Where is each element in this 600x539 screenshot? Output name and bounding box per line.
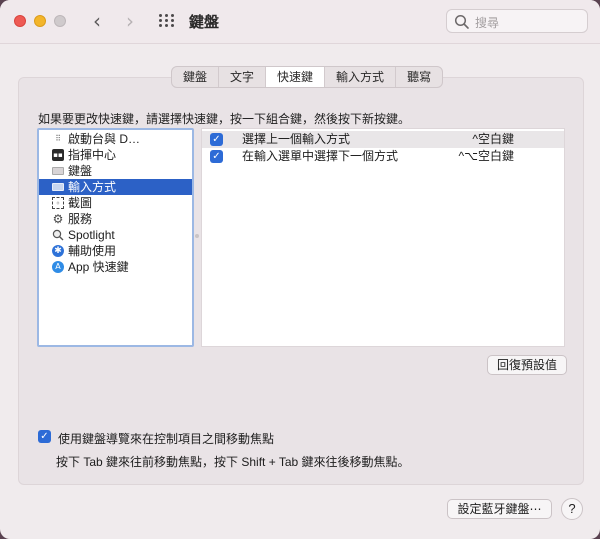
app-store-icon: A xyxy=(52,261,64,273)
show-all-grid-icon[interactable] xyxy=(159,14,175,28)
category-item-screenshots[interactable]: ◦ 截圖 xyxy=(39,195,192,211)
zoom-window-button[interactable] xyxy=(54,15,66,27)
accessibility-icon: ✱ xyxy=(52,245,64,257)
shortcut-label: 選擇上一個輸入方式 xyxy=(242,132,351,146)
input-sources-icon xyxy=(52,183,64,191)
category-label: 鍵盤 xyxy=(68,164,93,178)
category-label: App 快速鍵 xyxy=(68,260,129,274)
shortcut-category-list[interactable]: ⠿ 啟動台與 D… ▪▪ 指揮中心 鍵盤 輸入方式 ◦ 截圖 ⚙ 服務 Spot… xyxy=(37,128,194,347)
category-label: 輸入方式 xyxy=(68,180,117,194)
search-icon xyxy=(454,14,469,29)
services-gear-icon: ⚙ xyxy=(52,212,64,226)
shortcut-label: 在輸入選單中選擇下一個方式 xyxy=(242,149,399,163)
instruction-text: 如果要更改快速鍵，請選擇快速鍵，按一下組合鍵，然後按下新按鍵。 xyxy=(38,112,411,126)
tab-text[interactable]: 文字 xyxy=(219,67,267,87)
shortcut-checkbox[interactable]: ✓ xyxy=(210,150,223,163)
tab-shortcuts[interactable]: 快速鍵 xyxy=(266,67,326,87)
keyboard-navigation-checkbox[interactable]: ✓ xyxy=(38,430,51,443)
category-item-launchpad[interactable]: ⠿ 啟動台與 D… xyxy=(39,131,192,147)
category-label: 截圖 xyxy=(68,196,93,210)
keyboard-icon xyxy=(52,167,64,175)
category-item-services[interactable]: ⚙ 服務 xyxy=(39,211,192,227)
category-label: 服務 xyxy=(68,212,93,226)
tab-input-sources[interactable]: 輸入方式 xyxy=(325,67,397,87)
search-field[interactable]: 搜尋 xyxy=(446,9,588,33)
close-window-button[interactable] xyxy=(14,15,26,27)
shortcut-keys[interactable]: ^⌥空白鍵 xyxy=(459,148,514,165)
back-chevron-icon[interactable]: ‹ xyxy=(86,10,108,32)
category-label: 啟動台與 D… xyxy=(68,132,141,146)
search-placeholder: 搜尋 xyxy=(475,16,500,30)
category-item-input-sources[interactable]: 輸入方式 xyxy=(39,179,192,195)
split-handle[interactable] xyxy=(195,234,199,238)
title-bar: ‹ › 鍵盤 搜尋 xyxy=(0,0,600,44)
help-button[interactable]: ? xyxy=(561,498,583,520)
tab-dictation[interactable]: 聽寫 xyxy=(396,67,442,87)
preferences-window: ‹ › 鍵盤 搜尋 鍵盤 文字 快速鍵 輸入方式 聽寫 如果要更改快速鍵，請選擇… xyxy=(0,0,600,539)
window-title: 鍵盤 xyxy=(189,14,220,31)
category-item-keyboard[interactable]: 鍵盤 xyxy=(39,163,192,179)
mission-control-icon: ▪▪ xyxy=(52,149,64,161)
screenshot-icon: ◦ xyxy=(52,197,64,209)
category-label: 指揮中心 xyxy=(68,148,117,162)
shortcut-table: ✓ 選擇上一個輸入方式 ^空白鍵 ✓ 在輸入選單中選擇下一個方式 ^⌥空白鍵 xyxy=(201,128,565,347)
category-item-app-shortcuts[interactable]: A App 快速鍵 xyxy=(39,259,192,275)
minimize-window-button[interactable] xyxy=(34,15,46,27)
set-up-bluetooth-keyboard-button[interactable]: 設定藍牙鍵盤⋯ xyxy=(447,499,552,519)
keyboard-navigation-hint: 按下 Tab 鍵來往前移動焦點，按下 Shift + Tab 鍵來往後移動焦點。 xyxy=(56,455,410,469)
table-row[interactable]: ✓ 選擇上一個輸入方式 ^空白鍵 xyxy=(202,131,564,148)
category-label: Spotlight xyxy=(68,228,115,242)
category-item-mission-control[interactable]: ▪▪ 指揮中心 xyxy=(39,147,192,163)
shortcut-checkbox[interactable]: ✓ xyxy=(210,133,223,146)
tab-bar: 鍵盤 文字 快速鍵 輸入方式 聽寫 xyxy=(171,66,444,88)
tab-keyboard[interactable]: 鍵盤 xyxy=(172,67,220,87)
category-item-spotlight[interactable]: Spotlight xyxy=(39,227,192,243)
restore-defaults-button[interactable]: 回復預設值 xyxy=(487,355,567,375)
shortcut-keys[interactable]: ^空白鍵 xyxy=(472,131,514,148)
launchpad-icon: ⠿ xyxy=(55,134,61,143)
forward-chevron-icon[interactable]: › xyxy=(119,10,141,32)
table-row[interactable]: ✓ 在輸入選單中選擇下一個方式 ^⌥空白鍵 xyxy=(202,148,564,165)
category-label: 輔助使用 xyxy=(68,244,117,258)
keyboard-navigation-label: 使用鍵盤導覽來在控制項目之間移動焦點 xyxy=(58,432,275,446)
spotlight-icon xyxy=(52,229,64,241)
category-item-accessibility[interactable]: ✱ 輔助使用 xyxy=(39,243,192,259)
